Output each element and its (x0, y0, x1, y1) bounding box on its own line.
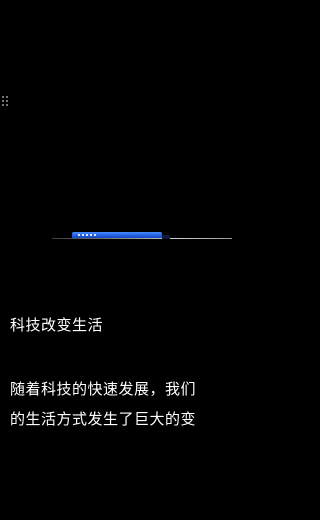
video-thumbnail-strip (52, 232, 232, 242)
article-caption: 随着科技的快速发展，我们 的生活方式发生了巨大的变 (10, 374, 232, 434)
caption-line: 的生活方式发生了巨大的变 (10, 410, 197, 428)
drag-handle-icon[interactable] (2, 96, 8, 106)
caption-line: 随着科技的快速发展，我们 (10, 380, 197, 398)
strip-divider-line (52, 238, 232, 239)
article-title: 科技改变生活 (10, 316, 104, 334)
strip-dark-segment (162, 235, 170, 239)
strip-blue-bar (72, 232, 162, 238)
